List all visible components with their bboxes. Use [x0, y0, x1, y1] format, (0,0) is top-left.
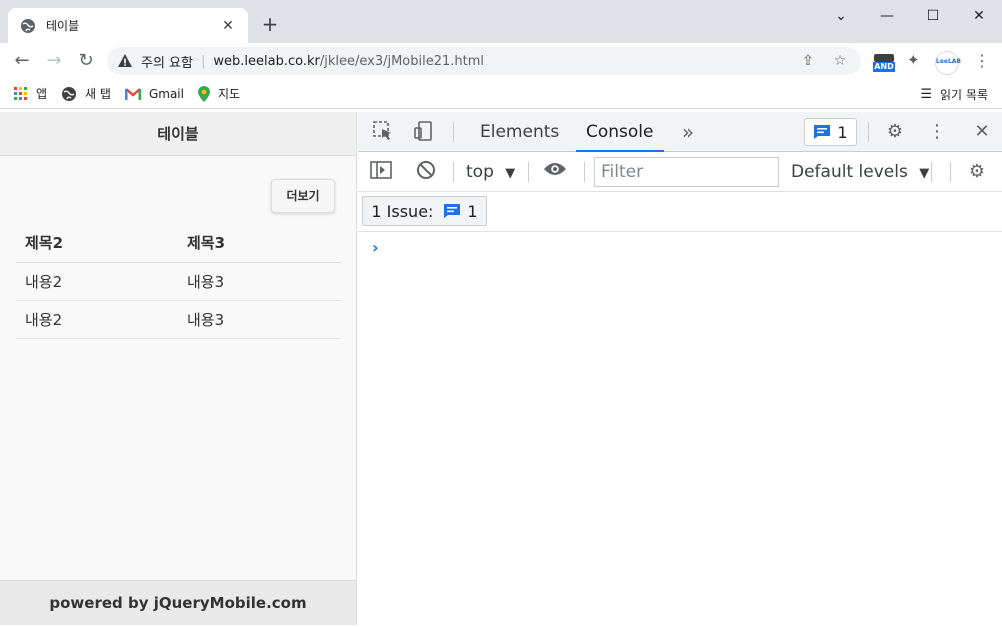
table-cell: 내용2 [16, 262, 178, 301]
bookmark-label: Gmail [148, 86, 184, 101]
log-levels-value: Default levels [791, 162, 908, 182]
browser-toolbar: ← → ↻ 주의 요함 | web.leelab.co.kr /jklee/ex… [0, 43, 1002, 79]
column-header: 제목3 [178, 224, 341, 263]
share-icon[interactable]: ⇪ [797, 53, 819, 69]
table-cell: 내용3 [178, 262, 341, 301]
show-sidebar-icon[interactable] [368, 160, 394, 184]
issues-badge[interactable]: 1 [804, 118, 857, 146]
issues-badge-count: 1 [837, 122, 848, 142]
browser-tab[interactable]: 테이블 ✕ [8, 8, 248, 43]
bookmark-label: 새 탭 [85, 87, 111, 101]
settings-gear-icon[interactable]: ⚙ [882, 120, 908, 144]
inspect-element-icon[interactable] [370, 120, 396, 144]
issues-row: 1 Issue: 1 [358, 192, 1002, 232]
console-settings-gear-icon[interactable]: ⚙ [964, 160, 990, 184]
bookmark-new-tab[interactable]: 새 탭 [61, 85, 111, 102]
dropdown-triangle-icon: ▼ [505, 166, 516, 181]
close-devtools-icon[interactable]: ✕ [969, 120, 995, 144]
globe-icon [21, 18, 35, 33]
new-tab-button[interactable]: + [259, 12, 281, 36]
gmail-icon [124, 87, 141, 100]
data-table: 제목2 제목3 내용2 내용3 내용2 내용3 [16, 224, 341, 339]
toolbar-divider [453, 162, 454, 182]
url-host: web.leelab.co.kr [213, 53, 320, 69]
chrome-menu-icon[interactable]: ⋮ [974, 51, 990, 73]
live-expression-eye-icon[interactable] [542, 160, 568, 184]
bookmark-gmail[interactable]: Gmail [124, 86, 184, 101]
console-toolbar: top ▼ Filter Default levels ▼ ⚙ [358, 152, 1002, 192]
tab-search-chevron-icon[interactable]: ⌄ [829, 4, 853, 28]
tab-title: 테이블 [46, 19, 80, 33]
issues-label: 1 Issue: [371, 201, 434, 221]
bookmark-label: 지도 [217, 87, 241, 101]
toolbar-divider [453, 122, 454, 142]
toolbar-divider [950, 162, 951, 182]
bookmark-apps[interactable]: 앱 [14, 85, 47, 102]
address-divider: | [200, 53, 206, 69]
minimize-icon[interactable]: — [875, 4, 899, 28]
warning-triangle-icon [118, 54, 132, 67]
reload-icon[interactable]: ↻ [74, 49, 98, 73]
reading-list-label: 읽기 목록 [940, 88, 988, 102]
toolbar-divider [584, 162, 585, 182]
chat-issue-icon [444, 204, 461, 218]
dropdown-triangle-icon: ▼ [919, 166, 930, 181]
leelab-profile-avatar[interactable]: LeeLAB [935, 51, 962, 75]
table-header-row: 제목2 제목3 [16, 224, 341, 263]
close-tab-icon[interactable]: ✕ [220, 18, 236, 34]
tab-elements[interactable]: Elements [470, 112, 569, 152]
context-value: top [466, 162, 494, 182]
toolbar-divider [868, 122, 869, 142]
bookmark-maps[interactable]: 지도 [197, 85, 241, 102]
bookmark-star-icon[interactable]: ☆ [829, 53, 851, 69]
not-secure-label: 주의 요함 [141, 55, 193, 71]
chat-issue-icon [814, 125, 831, 139]
context-selector[interactable]: top ▼ [466, 160, 515, 186]
and-extension-icon[interactable]: AND [872, 51, 896, 73]
leelab-label: LeeLAB [936, 58, 962, 65]
table-row: 내용2 내용3 [16, 300, 341, 339]
column-header: 제목2 [16, 224, 178, 263]
url-path: /jklee/ex3/jMobile21.html [319, 53, 485, 69]
forward-arrow-icon[interactable]: → [42, 49, 66, 73]
maps-pin-icon [197, 85, 210, 102]
clear-console-icon[interactable] [413, 160, 439, 184]
filter-input[interactable]: Filter [594, 157, 779, 187]
devtools-tabbar: Elements Console » 1 ⚙ ⋮ ✕ [358, 112, 1002, 152]
extensions-puzzle-icon[interactable]: ✦ [907, 51, 925, 73]
and-extension-label: AND [874, 62, 894, 71]
reading-list-icon: ☰ [920, 87, 933, 102]
bookmarks-bar: 앱 새 탭 Gmail 지도 ☰ 읽기 목록 [0, 79, 1002, 109]
reading-list[interactable]: ☰ 읽기 목록 [920, 86, 988, 103]
toolbar-divider [931, 162, 932, 182]
device-toolbar-icon[interactable] [410, 120, 436, 144]
page-footer: powered by jQueryMobile.com [0, 580, 356, 625]
table-cell: 내용3 [178, 300, 341, 339]
globe-icon [62, 86, 77, 101]
page-viewport: 테이블 더보기 제목2 제목3 내용2 내용3 내용2 내용3 powered … [0, 112, 357, 625]
toolbar-divider [528, 162, 529, 182]
maximize-icon[interactable]: ☐ [921, 4, 945, 28]
console-prompt-chevron[interactable]: › [372, 238, 379, 257]
devtools-panel: Elements Console » 1 ⚙ ⋮ ✕ top ▼ Filter … [358, 112, 1002, 625]
more-button[interactable]: 더보기 [271, 179, 335, 213]
address-bar[interactable]: 주의 요함 | web.leelab.co.kr /jklee/ex3/jMob… [107, 47, 861, 75]
apps-grid-icon [14, 86, 27, 100]
issues-count: 1 [467, 201, 478, 221]
more-tabs-chevron-icon[interactable]: » [675, 120, 701, 144]
page-header-title: 테이블 [0, 112, 356, 156]
kebab-menu-icon[interactable]: ⋮ [924, 120, 950, 144]
window-close-icon[interactable]: ✕ [967, 4, 991, 28]
issues-link[interactable]: 1 Issue: 1 [362, 196, 487, 226]
table-cell: 내용2 [16, 300, 178, 339]
back-arrow-icon[interactable]: ← [10, 49, 34, 73]
tab-strip: 테이블 ✕ + ⌄ — ☐ ✕ [0, 0, 1002, 43]
table-row: 내용2 내용3 [16, 262, 341, 301]
log-levels-dropdown[interactable]: Default levels ▼ [791, 160, 929, 186]
bookmark-label: 앱 [36, 87, 48, 101]
tab-console[interactable]: Console [576, 112, 664, 152]
